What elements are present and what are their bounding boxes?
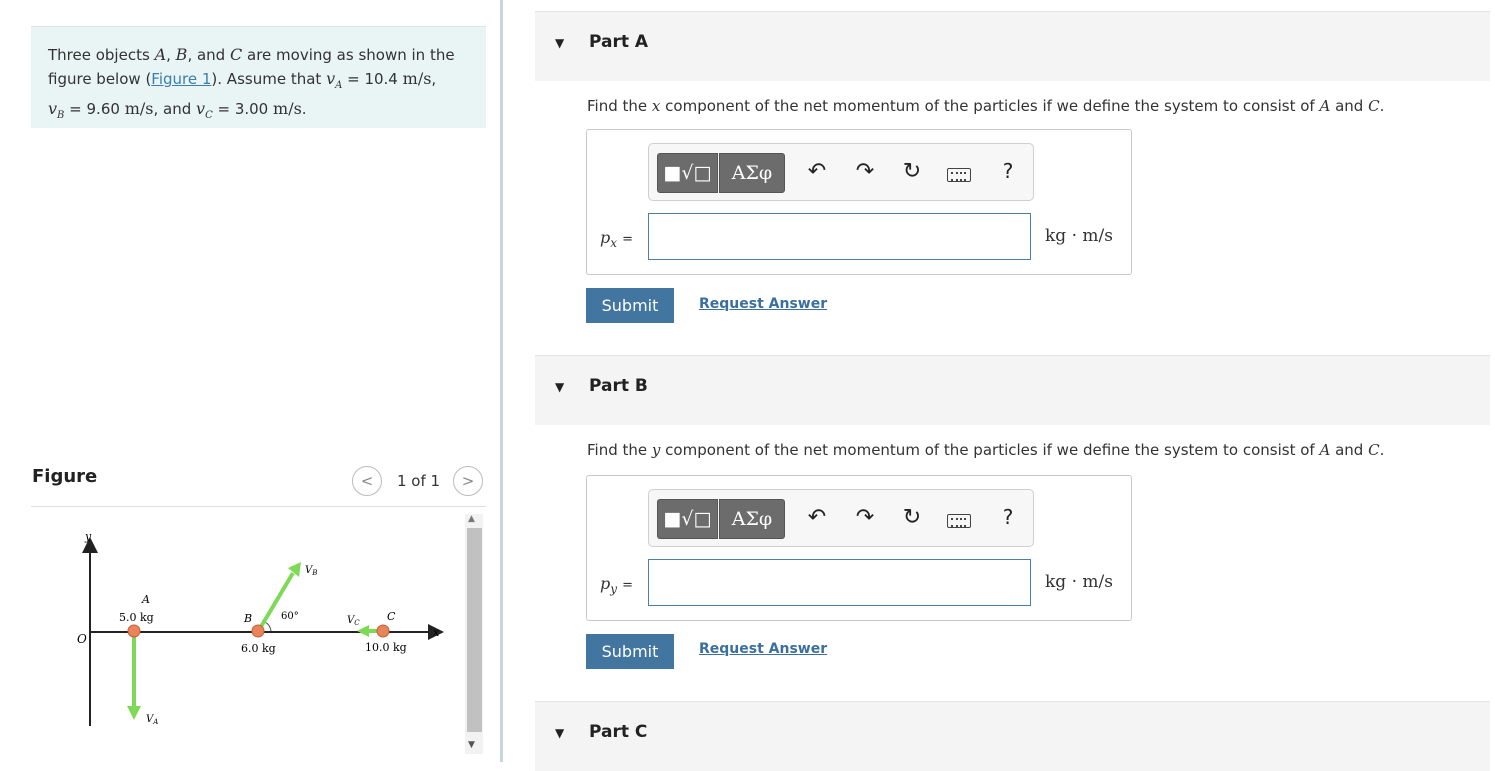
caret-down-icon: ▼ (555, 380, 565, 394)
object-a-label: A (141, 593, 150, 606)
angle-label: 60° (281, 611, 299, 622)
vb-value: 9.60 (86, 100, 120, 119)
reset-icon[interactable]: ↻ (899, 505, 925, 530)
left-pane: Three objects A, B, and C are moving as … (0, 0, 500, 762)
part-c-title: Part C (589, 722, 648, 742)
part-b-title: Part B (589, 376, 648, 396)
right-pane: ▼ Part A Find the x component of the net… (535, 0, 1495, 771)
greek-symbols-button[interactable]: ΑΣφ (719, 153, 785, 193)
keyboard-icon[interactable] (947, 168, 971, 182)
problem-text: Three objects (48, 46, 150, 64)
templates-button[interactable]: ■√□ (657, 153, 718, 193)
object-c-symbol: C (230, 45, 243, 64)
part-a-header[interactable]: ▼ Part A (535, 11, 1490, 81)
pane-divider[interactable] (500, 0, 503, 762)
scroll-up-icon[interactable]: ▲ (468, 514, 475, 524)
particle-b (251, 624, 265, 638)
unit: m/s (402, 69, 432, 88)
angle-arc (264, 621, 272, 632)
velocity-a-label: VA (146, 714, 158, 726)
figure-prev-button[interactable]: < (352, 466, 382, 496)
vb-symbol: vB (48, 99, 65, 122)
velocity-a-arrowhead (127, 706, 141, 720)
part-a-title: Part A (589, 32, 649, 52)
object-b-symbol: B (175, 45, 188, 64)
units-label: kg · m/s (1045, 226, 1113, 246)
particle-c (376, 624, 390, 638)
figure-title: Figure (32, 466, 98, 487)
particle-a (127, 624, 141, 638)
px-label: px = (600, 228, 634, 251)
object-a-mass: 5.0 kg (119, 611, 154, 624)
origin-label: O (77, 632, 87, 646)
part-a-question: Find the x component of the net momentum… (587, 97, 1385, 115)
problem-text: and (196, 46, 226, 64)
part-a-request-answer-link[interactable]: Request Answer (699, 296, 827, 312)
chevron-right-icon: > (461, 472, 475, 490)
unit: m/s (273, 99, 302, 119)
figure-counter: 1 of 1 (397, 472, 441, 490)
redo-icon[interactable]: ↷ (852, 159, 878, 184)
templates-button[interactable]: ■√□ (657, 499, 718, 539)
figure-divider (31, 506, 486, 507)
unit: m/s (124, 99, 154, 119)
figure-link[interactable]: Figure 1 (151, 70, 211, 88)
velocity-c-label: VC (347, 615, 360, 627)
figure-scrollbar-thumb[interactable] (467, 528, 482, 732)
undo-icon[interactable]: ↶ (804, 505, 830, 530)
redo-icon[interactable]: ↷ (852, 505, 878, 530)
part-b-request-answer-link[interactable]: Request Answer (699, 641, 827, 657)
greek-symbols-button[interactable]: ΑΣφ (719, 499, 785, 539)
va-symbol: vA (326, 69, 343, 92)
problem-text: ). Assume that (211, 70, 322, 88)
problem-statement: Three objects A, B, and C are moving as … (31, 26, 486, 128)
help-icon[interactable]: ? (995, 159, 1021, 183)
help-icon[interactable]: ? (995, 505, 1021, 529)
chevron-left-icon: < (360, 472, 374, 490)
object-b-label: B (243, 612, 252, 625)
py-label: py = (600, 574, 634, 597)
scroll-down-icon[interactable]: ▼ (468, 740, 475, 750)
part-b-header[interactable]: ▼ Part B (535, 355, 1490, 425)
px-input[interactable] (648, 213, 1031, 260)
undo-icon[interactable]: ↶ (804, 159, 830, 184)
va-value: 10.4 (364, 70, 398, 88)
velocity-b-label: VB (305, 565, 317, 577)
object-c-label: C (387, 610, 396, 623)
part-a-answer-box: ■√□ ΑΣφ ↶ ↷ ↻ ? px = kg · m/s (586, 129, 1132, 275)
momentum-diagram: y x O A 5.0 kg VA B 6.0 kg 60° VB C 10.0… (77, 530, 444, 726)
keyboard-icon[interactable] (947, 514, 971, 528)
part-c-header[interactable]: ▼ Part C (535, 701, 1490, 771)
object-a-symbol: A (154, 45, 167, 64)
math-toolbar: ■√□ ΑΣφ ↶ ↷ ↻ ? (648, 143, 1034, 201)
y-axis-label: y (84, 530, 92, 543)
reset-icon[interactable]: ↻ (899, 159, 925, 184)
caret-down-icon: ▼ (555, 726, 565, 740)
x-axis-label: x (433, 626, 440, 639)
units-label: kg · m/s (1045, 572, 1113, 592)
part-b-submit-button[interactable]: Submit (586, 634, 674, 669)
object-c-mass: 10.0 kg (365, 641, 407, 654)
vc-symbol: vC (196, 99, 213, 122)
math-toolbar: ■√□ ΑΣφ ↶ ↷ ↻ ? (648, 489, 1034, 547)
part-b-answer-box: ■√□ ΑΣφ ↶ ↷ ↻ ? py = kg · m/s (586, 475, 1132, 621)
part-a-submit-button[interactable]: Submit (586, 288, 674, 323)
py-input[interactable] (648, 559, 1031, 606)
object-b-mass: 6.0 kg (241, 642, 276, 655)
caret-down-icon: ▼ (555, 36, 565, 50)
figure-next-button[interactable]: > (453, 466, 483, 496)
vc-value: 3.00 (234, 100, 269, 119)
part-b-question: Find the y component of the net momentum… (587, 441, 1385, 459)
